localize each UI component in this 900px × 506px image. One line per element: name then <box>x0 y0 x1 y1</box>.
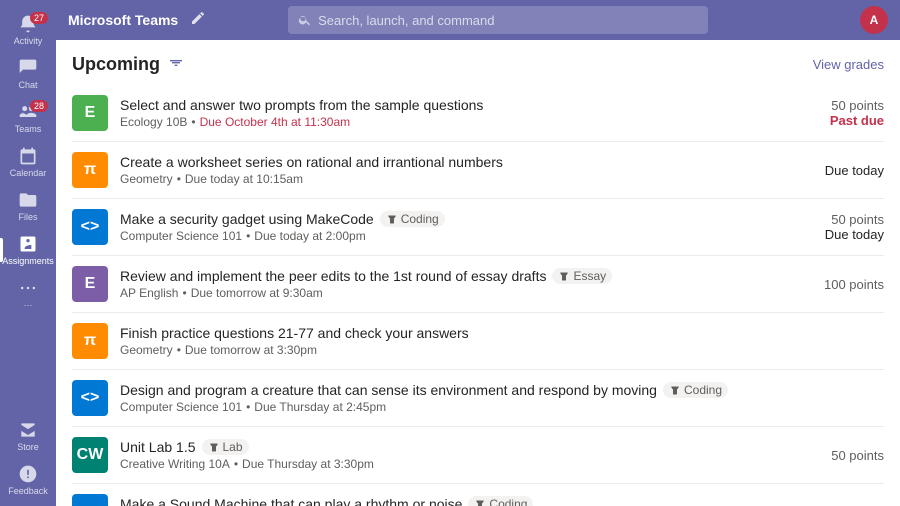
assignment-tag: Essay <box>552 268 612 284</box>
assignment-name: Make a security gadget using MakeCodeCod… <box>120 211 792 227</box>
assignment-name: Unit Lab 1.5Lab <box>120 439 792 455</box>
user-avatar[interactable]: A <box>860 6 888 34</box>
assignment-meta: Geometry•Due today at 10:15am <box>120 172 792 186</box>
calendar-label: Calendar <box>10 168 47 178</box>
assignment-status: 50 pointsPast due <box>804 98 884 128</box>
app-title: Microsoft Teams <box>68 12 178 28</box>
assignment-item[interactable]: π Finish practice questions 21-77 and che… <box>72 313 884 370</box>
sidebar-item-calendar[interactable]: Calendar <box>0 140 56 184</box>
assignment-details: Review and implement the peer edits to t… <box>120 268 792 300</box>
sidebar-item-chat[interactable]: Chat <box>0 52 56 96</box>
sidebar-item-assignments[interactable]: Assignments <box>0 228 56 272</box>
activity-badge: 27 <box>30 12 48 24</box>
files-label: Files <box>18 212 37 222</box>
assignment-details: Select and answer two prompts from the s… <box>120 97 792 129</box>
section-header: Upcoming View grades <box>72 40 884 85</box>
assignment-meta: AP English•Due tomorrow at 9:30am <box>120 286 792 300</box>
assignment-class-icon: π <box>72 152 108 188</box>
assignment-class-icon: E <box>72 95 108 131</box>
assignment-item[interactable]: π Create a worksheet series on rational a… <box>72 142 884 199</box>
sidebar-item-store[interactable]: Store <box>0 414 56 458</box>
assignment-item[interactable]: E Select and answer two prompts from the … <box>72 85 884 142</box>
assignment-meta: Computer Science 101•Due today at 2:00pm <box>120 229 792 243</box>
search-placeholder: Search, launch, and command <box>318 13 494 28</box>
assignment-name: Create a worksheet series on rational an… <box>120 154 792 170</box>
assignment-class-icon: E <box>72 266 108 302</box>
assignment-name: Make a Sound Machine that can play a rhy… <box>120 496 792 506</box>
assignment-meta: Geometry•Due tomorrow at 3:30pm <box>120 343 792 357</box>
filter-icon[interactable] <box>168 54 184 75</box>
assignment-class-icon: <> <box>72 209 108 245</box>
sidebar-item-more[interactable]: ··· <box>0 272 56 316</box>
teams-label: Teams <box>15 124 42 134</box>
sidebar: 27 Activity Chat 28 Teams Calendar Files… <box>0 0 56 506</box>
section-title: Upcoming <box>72 54 160 75</box>
assignment-name: Design and program a creature that can s… <box>120 382 792 398</box>
store-label: Store <box>17 442 39 452</box>
assignment-tag: Coding <box>380 211 445 227</box>
assignment-class-icon: <> <box>72 380 108 416</box>
assignment-tag: Coding <box>468 496 533 506</box>
assignment-item[interactable]: <> Design and program a creature that can… <box>72 370 884 427</box>
assignment-meta: Creative Writing 10A•Due Thursday at 3:3… <box>120 457 792 471</box>
main-content: Microsoft Teams Search, launch, and comm… <box>56 0 900 506</box>
view-grades-link[interactable]: View grades <box>813 57 884 72</box>
assignment-status: 50 points <box>804 448 884 463</box>
assignments-label: Assignments <box>2 256 54 266</box>
assignment-name: Finish practice questions 21-77 and chec… <box>120 325 792 341</box>
sidebar-item-files[interactable]: Files <box>0 184 56 228</box>
assignment-item[interactable]: E Review and implement the peer edits to … <box>72 256 884 313</box>
chat-label: Chat <box>18 80 37 90</box>
feedback-label: Feedback <box>8 486 48 496</box>
edit-icon[interactable] <box>190 10 206 31</box>
assignment-class-icon: <> <box>72 494 108 506</box>
assignment-meta: Ecology 10B•Due October 4th at 11:30am <box>120 115 792 129</box>
assignment-details: Design and program a creature that can s… <box>120 382 792 414</box>
search-bar[interactable]: Search, launch, and command <box>288 6 708 34</box>
assignment-item[interactable]: CW Unit Lab 1.5Lab Creative Writing 10A•Du… <box>72 427 884 484</box>
assignment-item[interactable]: <> Make a security gadget using MakeCodeC… <box>72 199 884 256</box>
titlebar: Microsoft Teams Search, launch, and comm… <box>56 0 900 40</box>
assignment-status: 100 points <box>804 277 884 292</box>
assignment-class-icon: π <box>72 323 108 359</box>
sidebar-item-feedback[interactable]: Feedback <box>0 458 56 502</box>
assignment-status: Due today <box>804 163 884 178</box>
assignment-status: 50 pointsDue today <box>804 212 884 242</box>
assignment-details: Unit Lab 1.5Lab Creative Writing 10A•Due … <box>120 439 792 471</box>
assignment-tag: Lab <box>202 439 249 455</box>
assignment-tag: Coding <box>663 382 728 398</box>
assignment-details: Make a security gadget using MakeCodeCod… <box>120 211 792 243</box>
assignment-name: Select and answer two prompts from the s… <box>120 97 792 113</box>
assignment-details: Finish practice questions 21-77 and chec… <box>120 325 792 357</box>
sidebar-item-activity[interactable]: 27 Activity <box>0 8 56 52</box>
assignment-item[interactable]: <> Make a Sound Machine that can play a r… <box>72 484 884 506</box>
assignment-meta: Computer Science 101•Due Thursday at 2:4… <box>120 400 792 414</box>
teams-badge: 28 <box>30 100 48 112</box>
sidebar-item-teams[interactable]: 28 Teams <box>0 96 56 140</box>
more-label: ··· <box>24 300 33 310</box>
assignments-container: E Select and answer two prompts from the … <box>72 85 884 506</box>
assignment-class-icon: CW <box>72 437 108 473</box>
activity-label: Activity <box>14 36 43 46</box>
assignment-details: Create a worksheet series on rational an… <box>120 154 792 186</box>
assignments-list: Upcoming View grades E Select and answer … <box>56 40 900 506</box>
assignment-details: Make a Sound Machine that can play a rhy… <box>120 496 792 506</box>
assignment-name: Review and implement the peer edits to t… <box>120 268 792 284</box>
section-title-group: Upcoming <box>72 54 184 75</box>
